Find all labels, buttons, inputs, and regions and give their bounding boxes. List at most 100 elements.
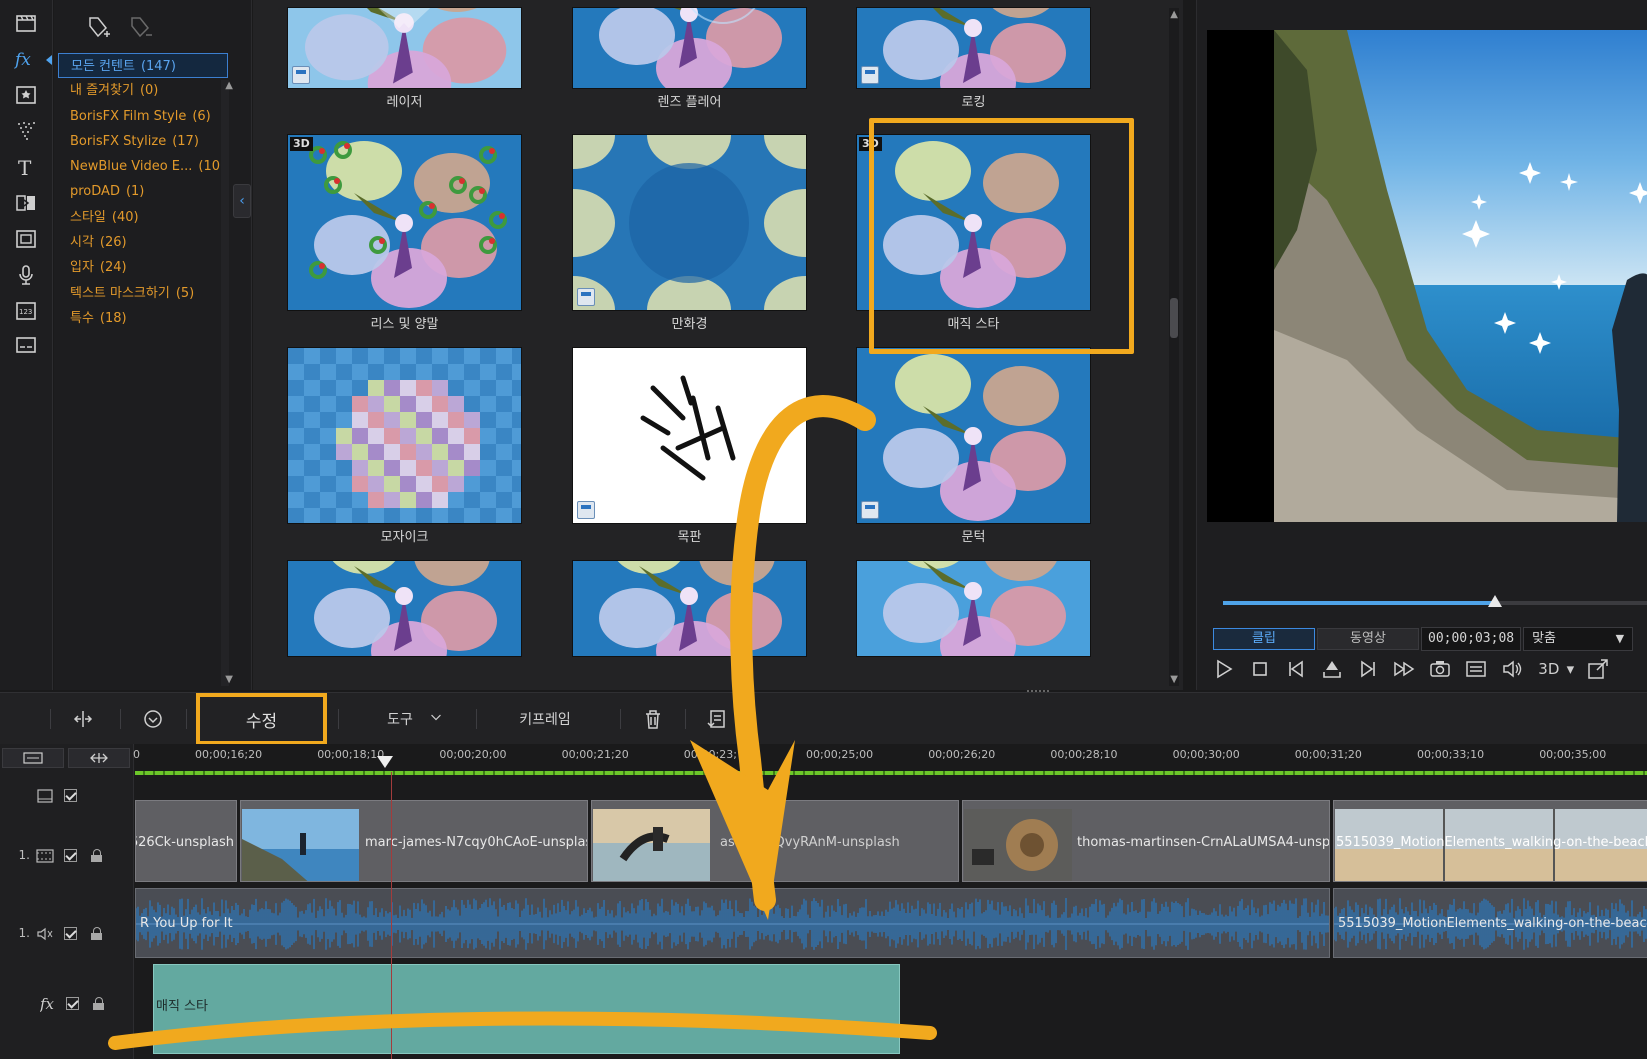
subtitle-list-icon[interactable] <box>1463 656 1489 682</box>
effect-tile[interactable] <box>288 561 521 656</box>
video-clip[interactable]: asaki-iij-QvyRAnM-unsplash <box>591 800 959 882</box>
volume-icon[interactable] <box>1499 656 1525 682</box>
category-item[interactable]: 입자 (24) <box>58 255 228 280</box>
undock-window-icon[interactable] <box>1585 656 1611 682</box>
category-item[interactable]: 모든 컨텐트 (147) <box>58 53 228 79</box>
zoom-fit-value: 맞춤 <box>1532 631 1557 646</box>
effect-tile[interactable]: 문턱 <box>857 348 1090 548</box>
edit-button[interactable]: 수정 <box>196 693 327 745</box>
ruler-tick-label: 00;00;26;20 <box>928 748 996 761</box>
effect-tile[interactable]: 목판 <box>573 348 806 548</box>
audio-clip[interactable]: 5515039_MotionElements_walking-on-the-be… <box>1333 888 1647 958</box>
fast-forward-icon[interactable] <box>1391 656 1417 682</box>
stop-icon[interactable] <box>1247 656 1273 682</box>
snapshot-marker-icon[interactable] <box>1319 656 1345 682</box>
category-count: (17) <box>172 133 199 149</box>
produce-list-icon[interactable] <box>702 693 732 745</box>
3d-mode-toggle[interactable]: 3D ▾ <box>1535 656 1575 682</box>
category-item[interactable]: 텍스트 마스크하기 (5) <box>58 281 228 306</box>
category-item[interactable]: 내 즐겨찾기 (0) <box>58 78 228 103</box>
category-item[interactable]: BorisFX Stylize (17) <box>58 129 228 154</box>
category-item[interactable]: BorisFX Film Style (6) <box>58 104 228 129</box>
clip-name: N8626Ck-unsplash <box>136 835 234 850</box>
category-item[interactable]: 시각 (26) <box>58 230 228 255</box>
preview-seek-slider[interactable] <box>1223 595 1647 607</box>
chapter-room-icon[interactable] <box>10 224 42 254</box>
library-scrollbar[interactable] <box>1169 8 1179 686</box>
voice-over-icon[interactable] <box>10 260 42 290</box>
svg-text:T: T <box>18 156 32 179</box>
category-label: 모든 컨텐트 <box>71 59 135 74</box>
seek-handle[interactable] <box>1488 595 1502 607</box>
video-clip[interactable]: thomas-martinsen-CrnALaUMSA4-unsp <box>962 800 1330 882</box>
clip-mode-button[interactable]: 클립 <box>1213 628 1315 650</box>
clip-name: thomas-martinsen-CrnALaUMSA4-unsp <box>1077 835 1330 850</box>
video-track-lock-icon[interactable] <box>91 848 103 862</box>
ruler-tick-label: 00;00;28;10 <box>1050 748 1118 761</box>
effect-label: 목판 <box>677 530 702 545</box>
title-room-icon[interactable]: T <box>10 152 42 182</box>
time-ruler[interactable]: 0 00;00;16;20 00;00;18;10 00;00;20;00 00;00;… <box>133 744 1647 775</box>
effect-tile[interactable]: 3D 리스 및 양말 <box>288 135 521 335</box>
transition-room-icon[interactable] <box>10 188 42 218</box>
pip-room-icon[interactable] <box>10 80 42 110</box>
scroll-up-icon[interactable]: ▲ <box>225 80 233 91</box>
fx-room-icon[interactable]: fx <box>10 44 42 74</box>
category-item[interactable]: 특수 (18) <box>58 306 228 331</box>
video-clip[interactable]: marc-james-N7cqy0hCAoE-unsplash <box>240 800 588 882</box>
video-clip[interactable]: N8626Ck-unsplash <box>135 800 237 882</box>
caption-room-icon[interactable] <box>10 330 42 360</box>
category-label: 시각 <box>70 235 94 251</box>
effect-tile[interactable]: 만화경 <box>573 135 806 335</box>
subtitle-room-icon[interactable]: 123 <box>10 296 42 326</box>
keyframe-button[interactable]: 키프레임 <box>500 693 590 745</box>
timeline-options-icon[interactable] <box>136 693 170 745</box>
fx-track-checkbox[interactable] <box>66 996 79 1010</box>
effect-tile[interactable] <box>573 561 806 656</box>
fit-timeline-icon[interactable] <box>68 748 130 768</box>
tools-dropdown[interactable]: 도구 <box>370 693 460 745</box>
timecode-display[interactable]: 00;00;03;08 <box>1421 627 1522 651</box>
playhead-handle[interactable] <box>377 756 393 768</box>
category-item[interactable]: NewBlue Video E... (10) <box>58 154 228 179</box>
effect-tile[interactable]: 레이저 <box>288 8 521 113</box>
category-item[interactable]: proDAD (1) <box>58 179 228 204</box>
category-count: (18) <box>99 310 127 326</box>
svg-text:fx: fx <box>14 50 31 70</box>
particle-room-icon[interactable] <box>10 116 42 146</box>
media-room-icon[interactable] <box>10 8 42 38</box>
effect-tile[interactable]: 로킹 <box>857 8 1090 113</box>
scroll-down-icon[interactable]: ▼ <box>225 674 233 685</box>
audio-clip[interactable]: R You Up for It <box>135 888 1330 958</box>
panel-resize-grip[interactable] <box>1027 690 1049 694</box>
audio-track-checkbox[interactable] <box>64 926 77 940</box>
previous-frame-icon[interactable] <box>1283 656 1309 682</box>
plugin-source-icon <box>861 501 879 519</box>
track-manager-icon[interactable] <box>2 748 64 768</box>
effect-tile[interactable]: 렌즈 플레어 <box>573 8 806 113</box>
video-track-checkbox[interactable] <box>64 848 77 862</box>
library-scroll-down-icon[interactable]: ▼ <box>1170 674 1178 685</box>
camera-icon[interactable] <box>1427 656 1453 682</box>
fx-clip[interactable]: 매직 스타 <box>153 964 900 1054</box>
clip-name: R You Up for It <box>140 916 233 931</box>
ruler-tick-label: 00;00;35;00 <box>1539 748 1607 761</box>
trash-icon[interactable] <box>638 693 668 745</box>
category-item[interactable]: 스타일 (40) <box>58 205 228 230</box>
fx-track-lock-icon[interactable] <box>93 996 105 1010</box>
add-tag-icon[interactable] <box>84 14 112 46</box>
category-scrollbar[interactable] <box>221 80 229 686</box>
play-icon[interactable] <box>1211 656 1237 682</box>
collapse-panel-button[interactable]: ‹ <box>233 184 251 218</box>
master-track-checkbox[interactable] <box>64 788 77 802</box>
remove-tag-icon[interactable] <box>126 14 154 46</box>
effect-tile[interactable] <box>857 561 1090 656</box>
movie-mode-button[interactable]: 동영상 <box>1317 628 1419 650</box>
next-frame-icon[interactable] <box>1355 656 1381 682</box>
zoom-fit-dropdown[interactable]: 맞춤 <box>1523 627 1634 651</box>
library-scroll-up-icon[interactable]: ▲ <box>1170 9 1178 20</box>
video-clip[interactable]: 5515039_MotionElements_walking-on-the-be… <box>1333 800 1647 882</box>
split-clip-icon[interactable] <box>66 693 100 745</box>
audio-track-lock-icon[interactable] <box>91 926 103 940</box>
effect-tile[interactable]: 모자이크 <box>288 348 521 548</box>
